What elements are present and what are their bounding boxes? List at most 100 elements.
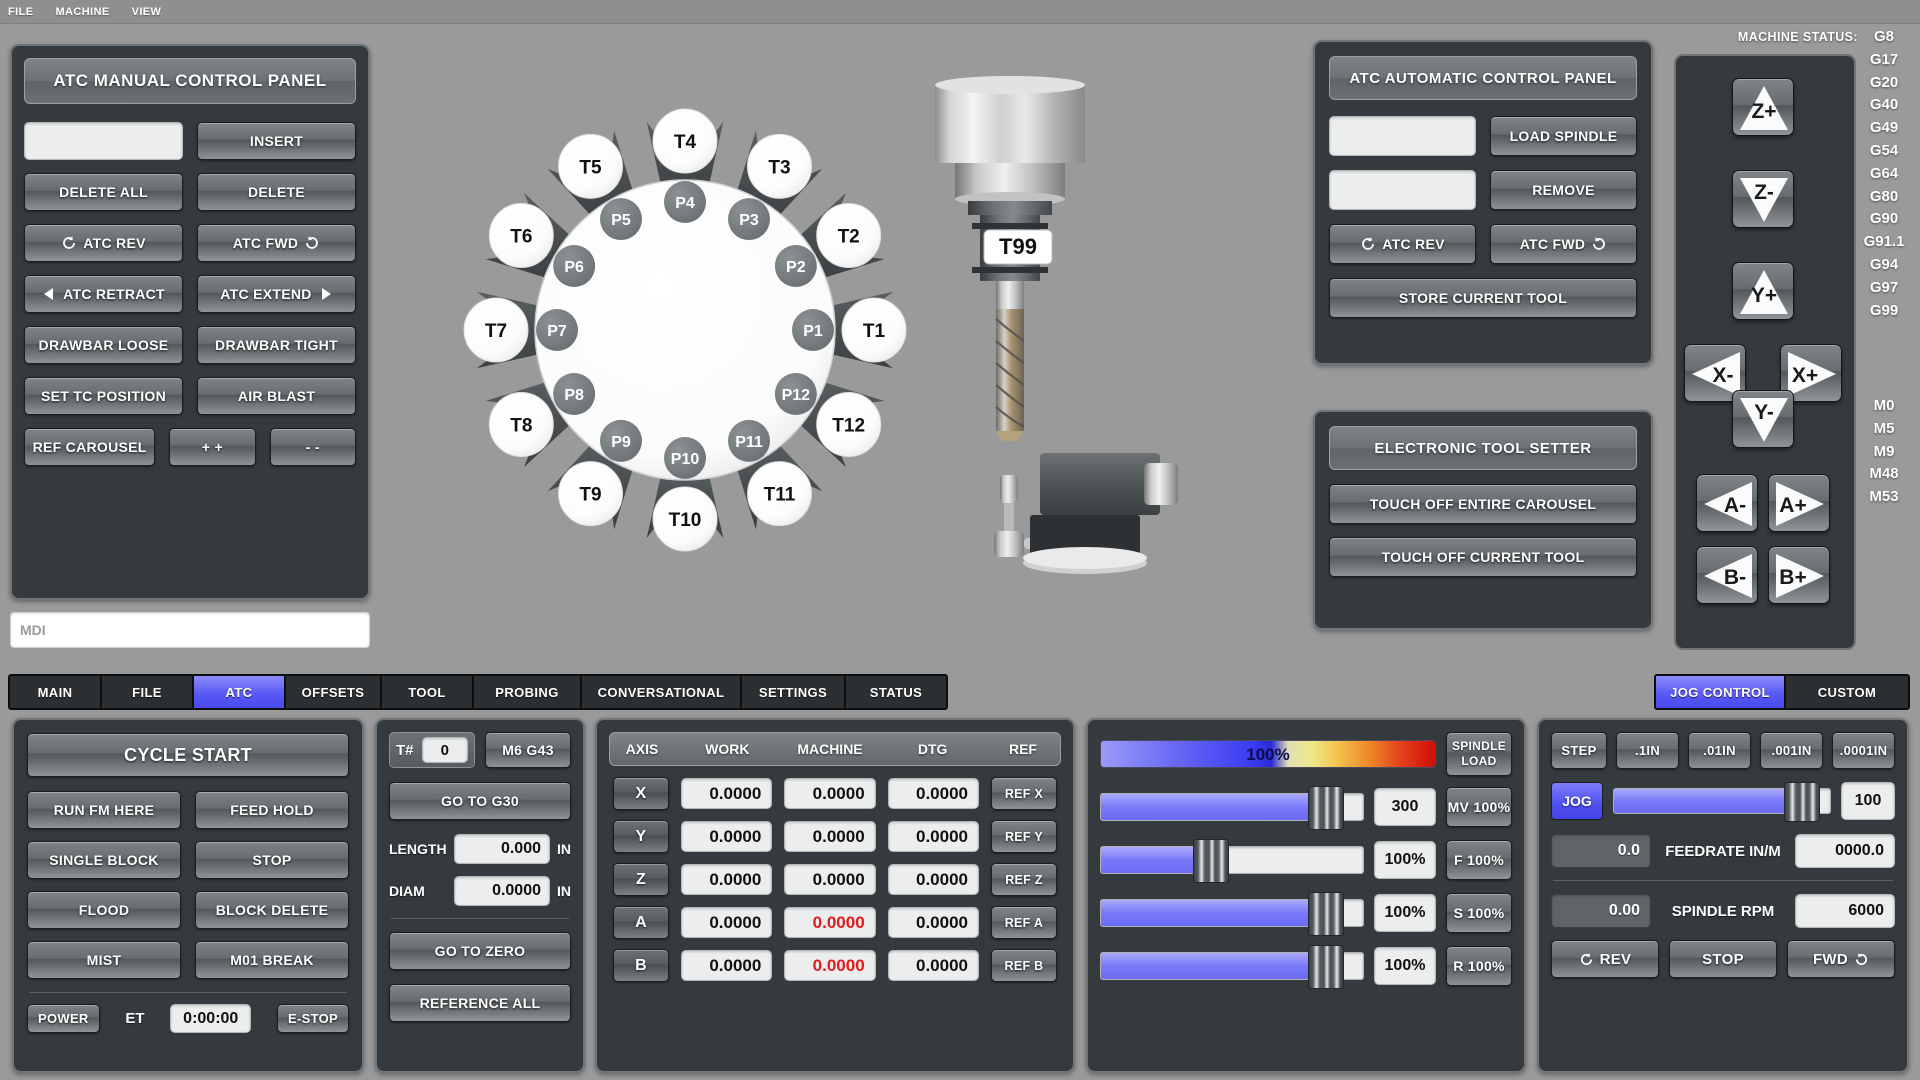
jog-button-yplus[interactable]: Y+ bbox=[1732, 262, 1794, 320]
run-fm-here-button[interactable]: RUN FM HERE bbox=[27, 791, 181, 829]
axis-button-b[interactable]: B bbox=[613, 949, 669, 982]
spindle-fwd-button[interactable]: FWD bbox=[1787, 940, 1895, 978]
tab-status[interactable]: STATUS bbox=[846, 676, 946, 708]
jog-rate-slider[interactable] bbox=[1613, 782, 1831, 822]
tab-main[interactable]: MAIN bbox=[10, 676, 102, 708]
r-override-slider[interactable] bbox=[1100, 945, 1364, 989]
tab-conversational[interactable]: CONVERSATIONAL bbox=[582, 676, 742, 708]
carousel-decrement-button[interactable]: - - bbox=[269, 428, 356, 466]
load-spindle-button[interactable]: LOAD SPINDLE bbox=[1490, 116, 1637, 156]
block-delete-button[interactable]: BLOCK DELETE bbox=[195, 891, 349, 929]
jog-mode-button[interactable]: JOG bbox=[1551, 782, 1603, 820]
work-coord-x[interactable]: 0.0000 bbox=[681, 778, 773, 809]
spindle-load-button[interactable]: SPINDLE LOAD bbox=[1446, 732, 1512, 776]
step-option-001in[interactable]: .001IN bbox=[1760, 732, 1823, 769]
s-override-knob[interactable] bbox=[1308, 892, 1345, 936]
tool-diam-value[interactable]: 0.0000 bbox=[454, 876, 550, 906]
step-option-0001in[interactable]: .0001IN bbox=[1832, 732, 1895, 769]
m01-break-button[interactable]: M01 BREAK bbox=[195, 941, 349, 979]
tab-probing[interactable]: PROBING bbox=[474, 676, 582, 708]
work-coord-y[interactable]: 0.0000 bbox=[681, 821, 773, 852]
jog-button-aminus[interactable]: A- bbox=[1696, 474, 1758, 532]
jog-button-aplus[interactable]: A+ bbox=[1768, 474, 1830, 532]
tool-carousel-graphic[interactable]: T1 T2 T3 T4 T5 T6 T7 T8 T9 T10 T11 T12 P1 P2 P3 P4 P5 P6… bbox=[415, 78, 955, 578]
touch-off-entire-carousel-button[interactable]: TOUCH OFF ENTIRE CAROUSEL bbox=[1329, 484, 1637, 524]
spindle-rev-button[interactable]: REV bbox=[1551, 940, 1659, 978]
machine-coord-z[interactable]: 0.0000 bbox=[784, 864, 876, 895]
set-tc-position-button[interactable]: SET TC POSITION bbox=[24, 377, 183, 415]
atc-rev-button[interactable]: ATC REV bbox=[24, 224, 183, 262]
feed-hold-button[interactable]: FEED HOLD bbox=[195, 791, 349, 829]
mv-override-slider[interactable] bbox=[1100, 786, 1364, 830]
machine-coord-x[interactable]: 0.0000 bbox=[784, 778, 876, 809]
feedrate-target[interactable]: 0000.0 bbox=[1795, 834, 1895, 868]
e-stop-button[interactable]: E-STOP bbox=[277, 1004, 349, 1033]
work-coord-a[interactable]: 0.0000 bbox=[681, 907, 773, 938]
tool-number-input[interactable]: 0 bbox=[421, 737, 468, 763]
go-to-g30-button[interactable]: GO TO G30 bbox=[389, 782, 571, 820]
r-override-reset-button[interactable]: R 100% bbox=[1446, 946, 1512, 986]
machine-coord-b[interactable]: 0.0000 bbox=[784, 950, 876, 981]
ref-button-z[interactable]: REF Z bbox=[991, 863, 1057, 896]
axis-button-y[interactable]: Y bbox=[613, 820, 669, 853]
tool-length-value[interactable]: 0.000 bbox=[454, 834, 550, 864]
jog-button-zplus[interactable]: Z+ bbox=[1732, 78, 1794, 136]
ref-button-x[interactable]: REF X bbox=[991, 777, 1057, 810]
remove-button[interactable]: REMOVE bbox=[1490, 170, 1637, 210]
remove-tool-input[interactable] bbox=[1329, 170, 1476, 210]
jog-button-bplus[interactable]: B+ bbox=[1768, 546, 1830, 604]
auto-atc-fwd-button[interactable]: ATC FWD bbox=[1490, 224, 1637, 264]
stop-button[interactable]: STOP bbox=[195, 841, 349, 879]
ref-carousel-button[interactable]: REF CAROUSEL bbox=[24, 428, 156, 466]
tab-file[interactable]: FILE bbox=[102, 676, 194, 708]
store-current-tool-button[interactable]: STORE CURRENT TOOL bbox=[1329, 278, 1637, 318]
power-button[interactable]: POWER bbox=[27, 1004, 100, 1033]
jog-rate-value[interactable]: 100 bbox=[1841, 782, 1895, 820]
jog-button-bminus[interactable]: B- bbox=[1696, 546, 1758, 604]
jog-rate-knob[interactable] bbox=[1783, 782, 1820, 822]
reference-all-button[interactable]: REFERENCE ALL bbox=[389, 984, 571, 1022]
s-override-slider[interactable] bbox=[1100, 892, 1364, 936]
air-blast-button[interactable]: AIR BLAST bbox=[197, 377, 356, 415]
jog-button-yminus[interactable]: Y- bbox=[1732, 390, 1794, 448]
machine-coord-y[interactable]: 0.0000 bbox=[784, 821, 876, 852]
auto-atc-rev-button[interactable]: ATC REV bbox=[1329, 224, 1476, 264]
go-to-zero-button[interactable]: GO TO ZERO bbox=[389, 932, 571, 970]
delete-all-button[interactable]: DELETE ALL bbox=[24, 173, 183, 211]
f-override-slider[interactable] bbox=[1100, 839, 1364, 883]
spindle-rpm-target[interactable]: 6000 bbox=[1795, 894, 1895, 928]
work-coord-b[interactable]: 0.0000 bbox=[681, 950, 773, 981]
mist-button[interactable]: MIST bbox=[27, 941, 181, 979]
manual-tool-input[interactable] bbox=[24, 122, 183, 160]
step-option-01in[interactable]: .01IN bbox=[1688, 732, 1751, 769]
f-override-knob[interactable] bbox=[1193, 839, 1230, 883]
tab-offsets[interactable]: OFFSETS bbox=[286, 676, 382, 708]
f-override-reset-button[interactable]: F 100% bbox=[1446, 840, 1512, 880]
delete-button[interactable]: DELETE bbox=[197, 173, 356, 211]
ref-button-y[interactable]: REF Y bbox=[991, 820, 1057, 853]
step-option-1in[interactable]: .1IN bbox=[1616, 732, 1679, 769]
s-override-value[interactable]: 100% bbox=[1374, 894, 1436, 932]
atc-fwd-button[interactable]: ATC FWD bbox=[197, 224, 356, 262]
drawbar-tight-button[interactable]: DRAWBAR TIGHT bbox=[197, 326, 356, 364]
r-override-knob[interactable] bbox=[1308, 945, 1345, 989]
s-override-reset-button[interactable]: S 100% bbox=[1446, 893, 1512, 933]
load-spindle-input[interactable] bbox=[1329, 116, 1476, 156]
ref-button-b[interactable]: REF B bbox=[991, 949, 1057, 982]
spindle-stop-button[interactable]: STOP bbox=[1669, 940, 1777, 978]
atc-retract-button[interactable]: ATC RETRACT bbox=[24, 275, 183, 313]
machine-coord-a[interactable]: 0.0000 bbox=[784, 907, 876, 938]
tab-atc[interactable]: ATC bbox=[194, 676, 286, 708]
tab-custom[interactable]: CUSTOM bbox=[1786, 676, 1908, 708]
axis-button-x[interactable]: X bbox=[613, 777, 669, 810]
f-override-value[interactable]: 100% bbox=[1374, 841, 1436, 879]
carousel-increment-button[interactable]: + + bbox=[169, 428, 256, 466]
work-coord-z[interactable]: 0.0000 bbox=[681, 864, 773, 895]
r-override-value[interactable]: 100% bbox=[1374, 947, 1436, 985]
menu-item-machine[interactable]: MACHINE bbox=[55, 6, 109, 18]
tab-settings[interactable]: SETTINGS bbox=[742, 676, 846, 708]
axis-button-a[interactable]: A bbox=[613, 906, 669, 939]
ref-button-a[interactable]: REF A bbox=[991, 906, 1057, 939]
mv-override-reset-button[interactable]: MV 100% bbox=[1446, 787, 1512, 827]
mv-override-value[interactable]: 300 bbox=[1374, 788, 1436, 826]
